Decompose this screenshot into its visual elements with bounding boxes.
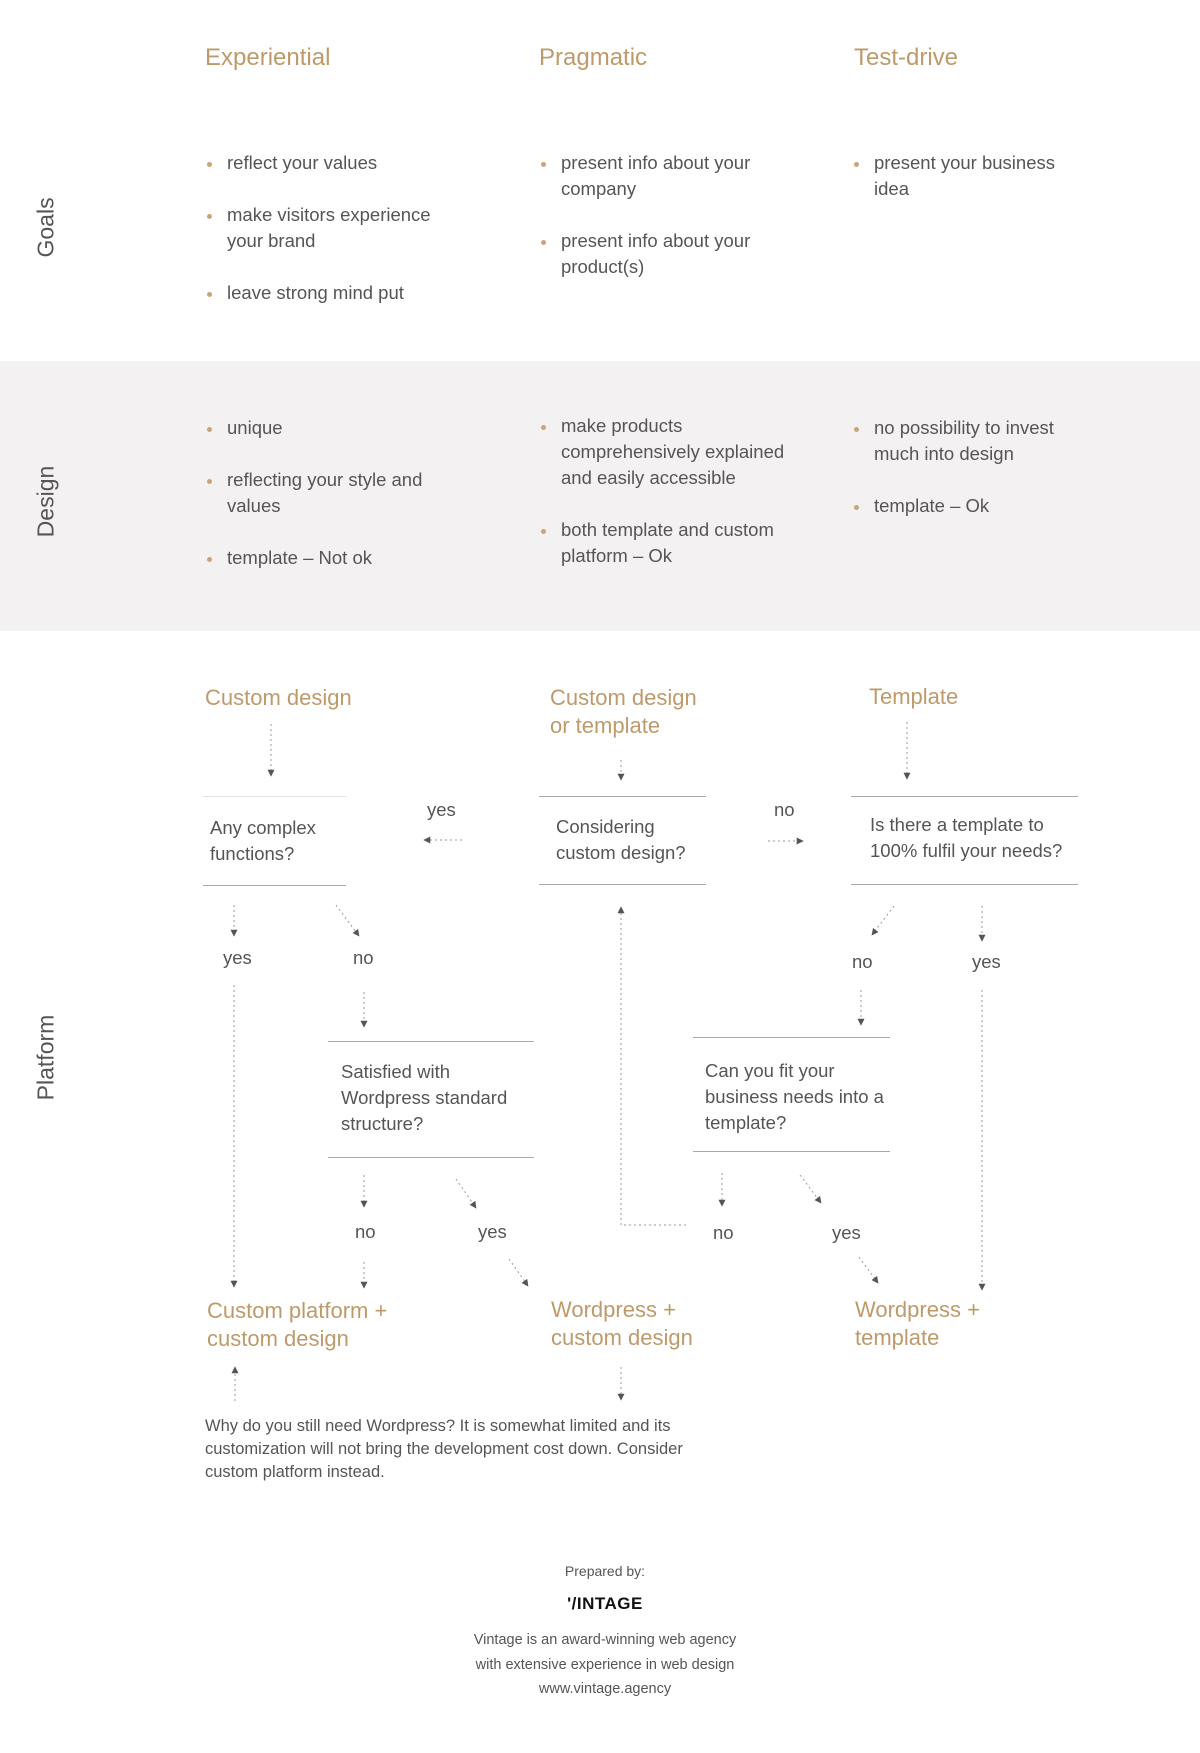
arrow-complex-no bbox=[335, 904, 360, 937]
agency-description-line1: Vintage is an award-winning web agency bbox=[473, 1632, 737, 1648]
vintage-logo: '/INTAGE bbox=[567, 1594, 643, 1613]
arrow-fit-yes-to-wp-template bbox=[858, 1256, 879, 1284]
arrow-yes-to-wp-custom bbox=[508, 1258, 529, 1287]
arrow-satisfied-yes bbox=[455, 1178, 477, 1209]
arrow-fit-no-loop-to-considering bbox=[617, 906, 686, 1226]
arrow-fit-yes bbox=[799, 1174, 822, 1204]
agency-description-line2: with extensive experience in web design bbox=[475, 1657, 735, 1673]
prepared-by-label: Prepared by: bbox=[564, 1563, 646, 1579]
arrow-fulfil-no bbox=[871, 905, 895, 936]
agency-website-link[interactable]: www.vintage.agency bbox=[0, 1681, 1200, 1697]
flow-connectors bbox=[230, 722, 986, 1401]
